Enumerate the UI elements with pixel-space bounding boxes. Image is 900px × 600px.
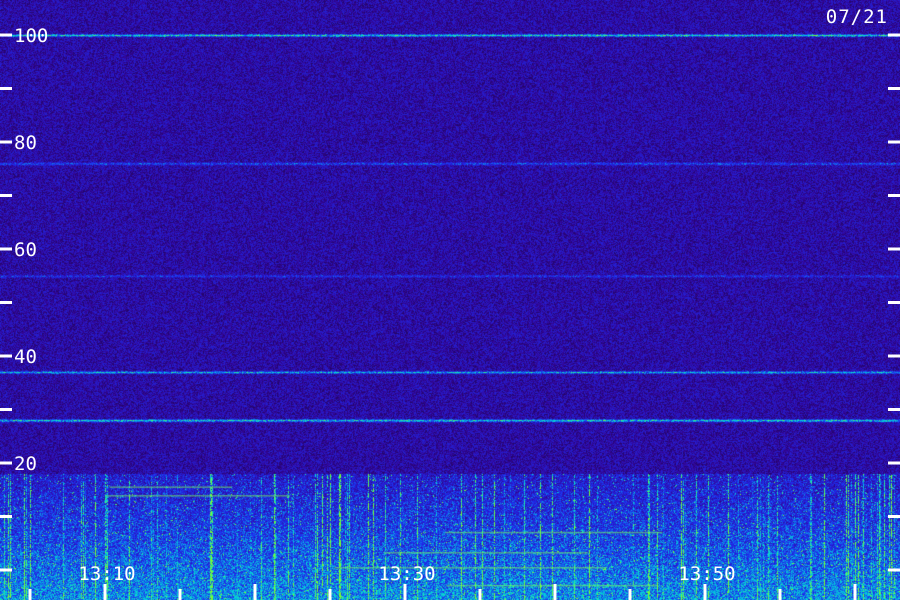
spectrogram-view: 100 80 60 40 20 13:10 13:30 13:50 07/21 [0, 0, 900, 600]
spectrogram-heatmap [0, 0, 900, 600]
